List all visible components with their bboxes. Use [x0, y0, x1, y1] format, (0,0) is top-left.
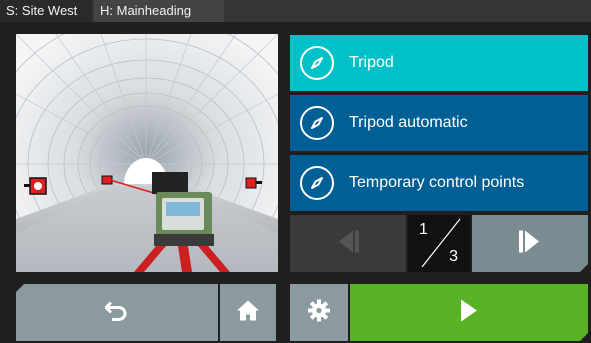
option-label: Tripod [349, 54, 394, 71]
option-temporary-control-points[interactable]: Temporary control points [290, 155, 588, 211]
corner-cut [580, 333, 588, 341]
option-label: Tripod automatic [349, 114, 468, 131]
play-button[interactable] [350, 284, 588, 341]
next-page-button[interactable] [472, 215, 588, 272]
status-bar: S: Site West H: Mainheading [0, 0, 591, 22]
site-label: S: Site West [0, 0, 92, 22]
option-label: Temporary control points [349, 174, 525, 191]
compass-icon [300, 106, 334, 140]
skip-back-icon [335, 230, 361, 257]
settings-button[interactable] [290, 284, 348, 341]
back-arrow-icon [104, 299, 129, 326]
page-indicator: 1 3 [408, 215, 470, 272]
current-page: 1 [419, 221, 428, 238]
option-tripod-automatic[interactable]: Tripod automatic [290, 95, 588, 151]
option-tripod[interactable]: Tripod [290, 35, 588, 91]
skip-forward-icon [517, 230, 543, 257]
compass-icon [300, 166, 334, 200]
corner-cut [580, 264, 588, 272]
total-pages: 3 [449, 248, 458, 265]
tunnel-illustration [16, 34, 278, 272]
compass-icon [300, 46, 334, 80]
gear-icon [308, 299, 330, 326]
previous-page-button[interactable] [290, 215, 406, 272]
corner-cut [16, 284, 24, 292]
home-button[interactable] [220, 284, 276, 341]
play-icon [460, 299, 478, 326]
home-icon [236, 299, 260, 326]
back-button[interactable] [16, 284, 218, 341]
heading-label: H: Mainheading [94, 0, 224, 22]
